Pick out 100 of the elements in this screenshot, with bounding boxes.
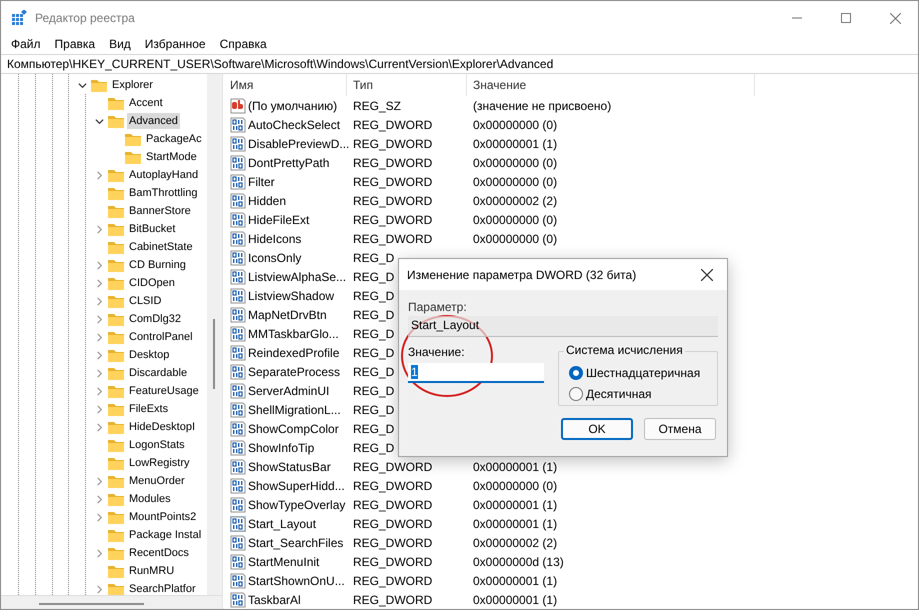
value-name[interactable]: Hidden	[248, 192, 286, 210]
value-type: REG_DWORD	[353, 136, 432, 150]
expand-chevron-icon[interactable]	[94, 584, 104, 594]
dialog-button[interactable]: OK	[561, 418, 633, 440]
column-header[interactable]: Тип	[347, 74, 467, 96]
tree-item[interactable]: CIDOpen	[127, 275, 177, 291]
value-name[interactable]: ShowInfoTip	[248, 438, 314, 456]
expand-chevron-icon[interactable]	[94, 422, 104, 432]
value-name[interactable]: ShellMigrationL...	[248, 400, 341, 418]
folder-icon	[107, 401, 125, 417]
value-name[interactable]: ReindexedProfile	[248, 344, 340, 362]
value-name[interactable]: Filter	[248, 172, 275, 190]
tree-item[interactable]: Package Instal	[127, 527, 204, 543]
tree-item[interactable]: LogonStats	[127, 437, 187, 453]
value-name[interactable]: HideIcons	[248, 230, 302, 248]
tree-item[interactable]: Advanced	[127, 113, 180, 129]
folder-icon	[90, 77, 108, 93]
expand-chevron-icon[interactable]	[94, 350, 104, 360]
folder-icon	[107, 545, 125, 561]
folder-icon	[107, 365, 125, 381]
tree-item[interactable]: PackageAc	[144, 131, 204, 147]
expand-chevron-icon[interactable]	[94, 386, 104, 396]
value-name[interactable]: Start_Layout	[248, 514, 316, 532]
value-name[interactable]: AutoCheckSelect	[248, 116, 340, 134]
expand-chevron-icon[interactable]	[94, 512, 104, 522]
value-field[interactable]: 1	[408, 363, 544, 383]
collapse-chevron-icon[interactable]	[78, 80, 86, 90]
value-name[interactable]: ListviewAlphaSe...	[248, 268, 346, 286]
vertical-scrollbar[interactable]	[207, 74, 222, 595]
value-type: REG_D	[353, 288, 394, 302]
menu-item[interactable]: Избранное	[138, 35, 213, 53]
column-header[interactable]: Значение	[467, 74, 755, 96]
tree-item[interactable]: ComDlg32	[127, 311, 183, 327]
folder-icon	[107, 221, 125, 237]
value-name[interactable]: (По умолчанию)	[248, 96, 338, 114]
expand-chevron-icon[interactable]	[94, 296, 104, 306]
value-type: REG_DWORD	[353, 516, 432, 530]
radio-option[interactable]: Десятичная	[569, 383, 717, 404]
value-name[interactable]: ShowSuperHidd...	[248, 476, 345, 494]
value-name[interactable]: DisablePreviewD...	[248, 134, 350, 152]
tree-item[interactable]: LowRegistry	[127, 455, 192, 471]
value-data: 0x00000001 (1)	[473, 574, 558, 588]
value-name[interactable]: ServerAdminUI	[248, 382, 330, 400]
tree-item[interactable]: Explorer	[110, 77, 155, 93]
menu-item[interactable]: Правка	[48, 35, 102, 53]
value-name[interactable]: IconsOnly	[248, 248, 302, 266]
value-type: REG_DWORD	[353, 460, 432, 474]
expand-chevron-icon[interactable]	[94, 494, 104, 504]
expand-chevron-icon[interactable]	[94, 368, 104, 378]
value-type: REG_DWORD	[353, 574, 432, 588]
value-name[interactable]: MMTaskbarGlo...	[248, 324, 339, 342]
address-bar[interactable]: Компьютер\HKEY_CURRENT_USER\Software\Microsoft\Windows\CurrentVersion\Explorer\Advanced	[1, 55, 918, 73]
value-type: REG_DWORD	[353, 478, 432, 492]
collapse-chevron-icon[interactable]	[94, 116, 104, 126]
expand-chevron-icon[interactable]	[94, 332, 104, 342]
value-type: REG_D	[353, 250, 394, 264]
value-name[interactable]: ShowStatusBar	[248, 458, 331, 476]
folder-icon	[107, 581, 125, 597]
menu-item[interactable]: Вид	[102, 35, 138, 53]
value-type: REG_DWORD	[353, 536, 432, 550]
value-name[interactable]: ShowTypeOverlay	[248, 496, 346, 514]
tree-item[interactable]: CD Burning	[127, 257, 188, 273]
expand-chevron-icon[interactable]	[94, 404, 104, 414]
value-name[interactable]: StartShownOnU...	[248, 572, 345, 590]
expand-chevron-icon[interactable]	[94, 548, 104, 558]
dialog-button[interactable]: Отмена	[644, 418, 716, 440]
value-name[interactable]: HideFileExt	[248, 210, 310, 228]
folder-icon	[107, 293, 125, 309]
tree-item[interactable]: Desktop	[127, 347, 172, 363]
close-icon	[890, 12, 900, 24]
folder-icon	[107, 473, 125, 489]
expand-chevron-icon[interactable]	[94, 476, 104, 486]
value-type: REG_DWORD	[353, 212, 432, 226]
expand-chevron-icon[interactable]	[94, 314, 104, 324]
menu-item[interactable]: Справка	[212, 35, 274, 53]
tree-item[interactable]: HideDesktopI	[127, 419, 198, 435]
column-header[interactable]: Имя	[224, 74, 347, 96]
tree-item[interactable]: AutoplayHand	[127, 167, 200, 183]
expand-chevron-icon[interactable]	[94, 224, 104, 234]
value-name[interactable]: ListviewShadow	[248, 286, 334, 304]
value-name[interactable]: SeparateProcess	[248, 362, 340, 380]
expand-chevron-icon[interactable]	[94, 260, 104, 270]
expand-chevron-icon[interactable]	[94, 170, 104, 180]
value-type: REG_D	[353, 440, 394, 454]
folder-icon	[124, 149, 142, 165]
radio-option[interactable]: Шестнадцатеричная	[569, 362, 717, 383]
folder-icon	[107, 203, 125, 219]
value-name[interactable]: TaskbarAl	[248, 590, 301, 608]
value-type: REG_DWORD	[353, 194, 432, 208]
tree-item[interactable]: FeatureUsage	[127, 383, 201, 399]
value-name[interactable]: MapNetDrvBtn	[248, 306, 327, 324]
expand-chevron-icon[interactable]	[94, 278, 104, 288]
tree-item[interactable]: BamThrottling	[127, 185, 200, 201]
value-name[interactable]: StartMenuInit	[248, 552, 320, 570]
value-name[interactable]: DontPrettyPath	[248, 154, 330, 172]
value-name[interactable]: Start_SearchFiles	[248, 534, 344, 552]
value-name[interactable]: ShowCompColor	[248, 420, 339, 438]
horizontal-scrollbar[interactable]	[1, 595, 222, 609]
menu-item[interactable]: Файл	[4, 35, 48, 53]
folder-icon	[107, 383, 125, 399]
